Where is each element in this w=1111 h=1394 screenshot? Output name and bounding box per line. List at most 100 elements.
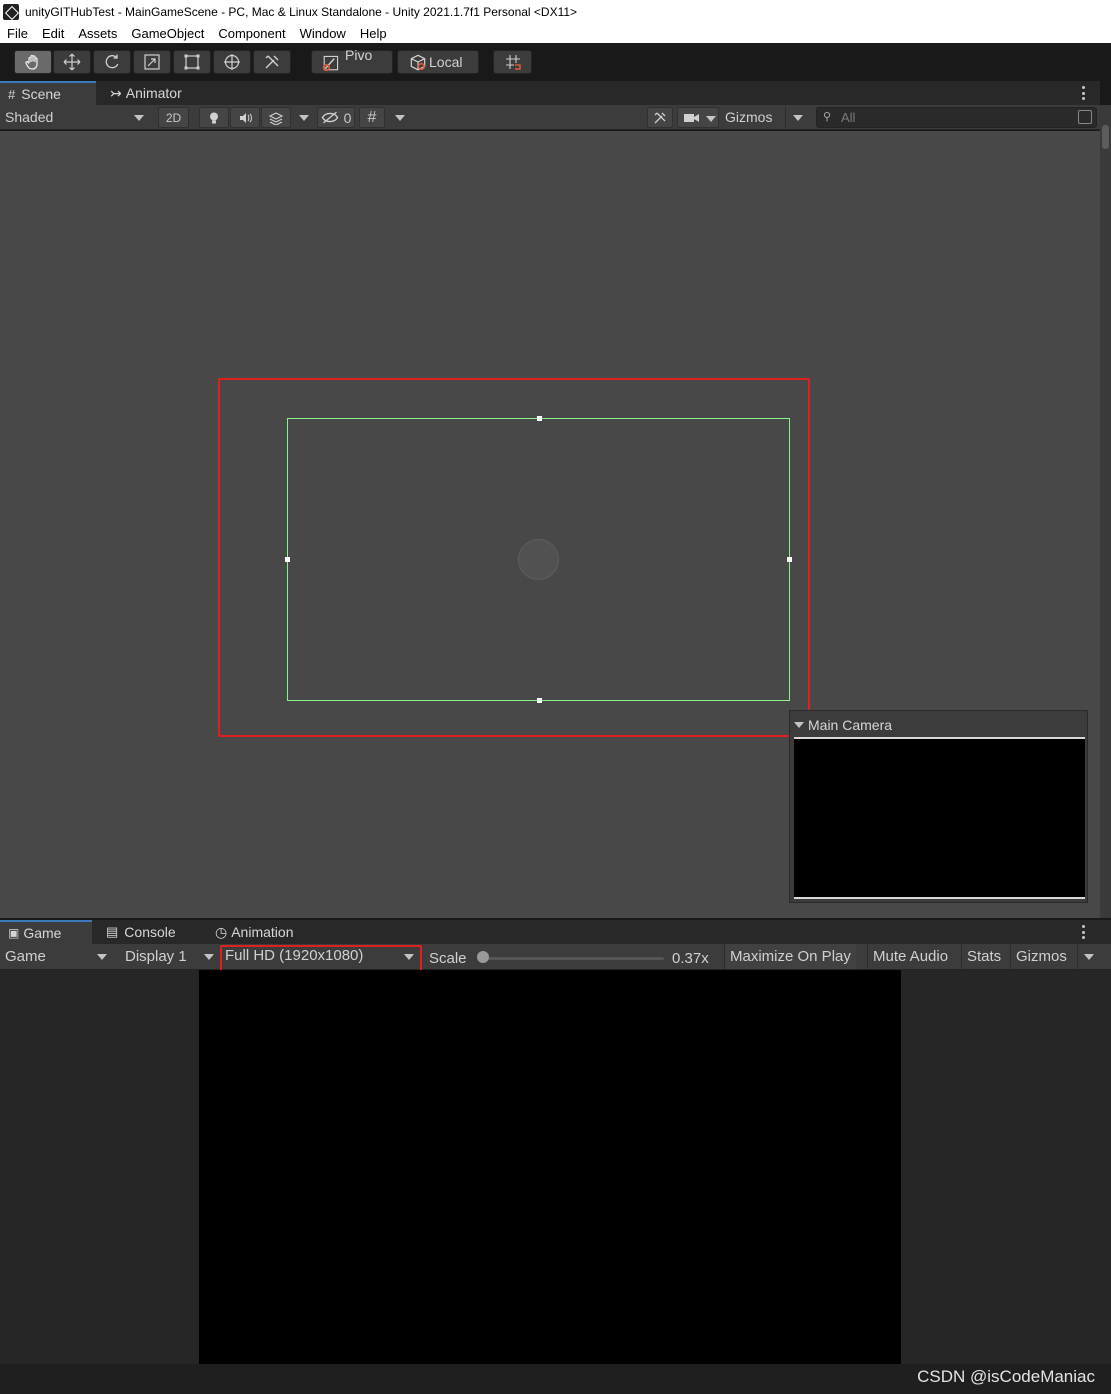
local-cube-icon [410, 54, 426, 71]
custom-tool-button[interactable] [253, 50, 291, 74]
menu-gameobject[interactable]: GameObject [124, 26, 211, 41]
scale-slider-track[interactable] [482, 957, 664, 960]
menu-assets[interactable]: Assets [71, 26, 124, 41]
tab-animation-label: Animation [231, 924, 294, 940]
scale-label: Scale [429, 950, 467, 967]
frame-handle-top[interactable] [537, 416, 542, 421]
camera-preview-header[interactable]: Main Camera [794, 717, 892, 733]
game-gizmos-button[interactable]: Gizmos [1010, 944, 1072, 969]
shading-mode-dropdown[interactable]: Shaded [5, 109, 53, 125]
menu-bar: File Edit Assets GameObject Component Wi… [0, 23, 1111, 43]
grid-snap-icon [505, 55, 521, 70]
scene-tools-button[interactable] [647, 107, 673, 128]
effects-dropdown-chevron-icon[interactable] [299, 115, 309, 121]
tab-animator[interactable]: ↣ Animator [102, 81, 190, 105]
lightbulb-icon [210, 112, 218, 123]
frame-handle-bottom[interactable] [537, 698, 542, 703]
rotate-tool-button[interactable] [93, 50, 131, 74]
collapse-triangle-icon [794, 722, 804, 728]
menu-file[interactable]: File [0, 26, 35, 41]
menu-component[interactable]: Component [211, 26, 292, 41]
stats-button[interactable]: Stats [961, 944, 1007, 969]
grid-dropdown-chevron-icon[interactable] [395, 115, 405, 121]
scene-gizmos-dropdown[interactable] [785, 107, 807, 128]
camera-gizmo-icon[interactable] [518, 539, 559, 580]
scene-scrollbar[interactable] [1100, 105, 1111, 918]
scale-value: 0.37x [672, 950, 709, 967]
tab-game[interactable]: ▣ Game [0, 920, 92, 944]
search-scope-icon[interactable] [1078, 110, 1092, 124]
menu-help[interactable]: Help [353, 26, 394, 41]
tab-console[interactable]: ▤ Console [98, 920, 184, 944]
2d-toggle-button[interactable]: 2D [158, 107, 189, 128]
frame-handle-left[interactable] [285, 557, 290, 562]
game-render-screen[interactable] [199, 970, 901, 1364]
search-placeholder: All [841, 110, 856, 125]
camera-preview-panel: Main Camera [789, 710, 1088, 903]
transform-tool-button[interactable] [213, 50, 251, 74]
tab-console-label: Console [124, 924, 176, 940]
maximize-on-play-button[interactable]: Maximize On Play [724, 944, 856, 969]
scene-gizmos-button[interactable]: Gizmos [725, 109, 772, 125]
camera-preview-screen [794, 737, 1085, 899]
camera-dropdown-chevron-icon [706, 116, 716, 122]
tab-scene[interactable]: # Scene [0, 81, 96, 105]
rotate-icon [105, 54, 119, 69]
pivot-label: Pivo [345, 47, 373, 63]
game-view-dropdown[interactable]: Game [5, 948, 46, 965]
move-tool-button[interactable] [53, 50, 91, 74]
hidden-objects-toggle-button[interactable]: 0 [317, 107, 355, 128]
main-toolbar: Pivo Local [0, 43, 1111, 81]
scene-search-field[interactable]: ⚲ All [816, 107, 1097, 128]
mute-audio-button[interactable]: Mute Audio [867, 944, 954, 969]
rect-tool-button[interactable] [173, 50, 211, 74]
gamepad-icon: ▣ [8, 926, 20, 940]
game-gizmos-chevron-icon [1084, 954, 1094, 960]
grid-toggle-button[interactable]: # [359, 107, 385, 128]
effects-toggle-button[interactable] [261, 107, 291, 128]
camera-preview-title: Main Camera [808, 717, 893, 733]
gizmos-chevron-icon [793, 115, 803, 121]
scene-panel-menu-icon[interactable] [1082, 86, 1086, 100]
grid-snap-button[interactable] [493, 50, 532, 74]
camera-settings-button[interactable] [677, 107, 719, 128]
clock-icon: ◷ [215, 923, 228, 940]
scene-panel-tabs: # Scene ↣ Animator [0, 81, 1100, 105]
tab-animation[interactable]: ◷ Animation [207, 920, 301, 944]
menu-edit[interactable]: Edit [35, 26, 71, 41]
camera-icon [684, 113, 699, 122]
game-gizmos-dropdown[interactable] [1077, 944, 1101, 969]
tools-icon [265, 55, 279, 69]
shading-dropdown-chevron-icon [134, 115, 144, 121]
rect-transform-icon [184, 54, 200, 70]
pivot-toggle-button[interactable]: Pivo [311, 47, 393, 74]
scene-toolbar: Shaded 2D 0 # Gizmos ⚲ All [0, 105, 1100, 130]
window-title-bar: unityGITHubTest - MainGameScene - PC, Ma… [0, 0, 1111, 23]
audio-toggle-button[interactable] [230, 107, 260, 128]
scale-icon [144, 54, 160, 70]
tab-animator-label: Animator [125, 85, 182, 101]
local-label: Local [429, 54, 463, 70]
scene-grid-icon: # [8, 86, 16, 102]
display-dropdown[interactable]: Display 1 [125, 948, 187, 965]
display-chevron-icon [204, 954, 214, 960]
lighting-toggle-button[interactable] [199, 107, 229, 128]
frame-handle-right[interactable] [787, 557, 792, 562]
menu-window[interactable]: Window [293, 26, 353, 41]
tab-game-label: Game [23, 925, 62, 941]
game-panel-menu-icon[interactable] [1082, 925, 1086, 939]
eye-hidden-icon [321, 111, 338, 124]
layers-icon [269, 111, 283, 125]
window-title: unityGITHubTest - MainGameScene - PC, Ma… [25, 4, 578, 19]
scrollbar-thumb[interactable] [1102, 125, 1109, 149]
unity-logo-icon [3, 3, 19, 20]
scale-tool-button[interactable] [133, 50, 171, 74]
hand-tool-button[interactable] [14, 50, 52, 74]
game-view-chevron-icon [97, 954, 107, 960]
watermark-text: CSDN @isCodeManiac [917, 1367, 1095, 1386]
grid-icon: # [367, 108, 377, 126]
local-toggle-button[interactable]: Local [397, 50, 479, 74]
pivot-icon [322, 55, 339, 72]
scale-slider-handle[interactable] [477, 951, 489, 963]
console-icon: ▤ [106, 924, 119, 939]
